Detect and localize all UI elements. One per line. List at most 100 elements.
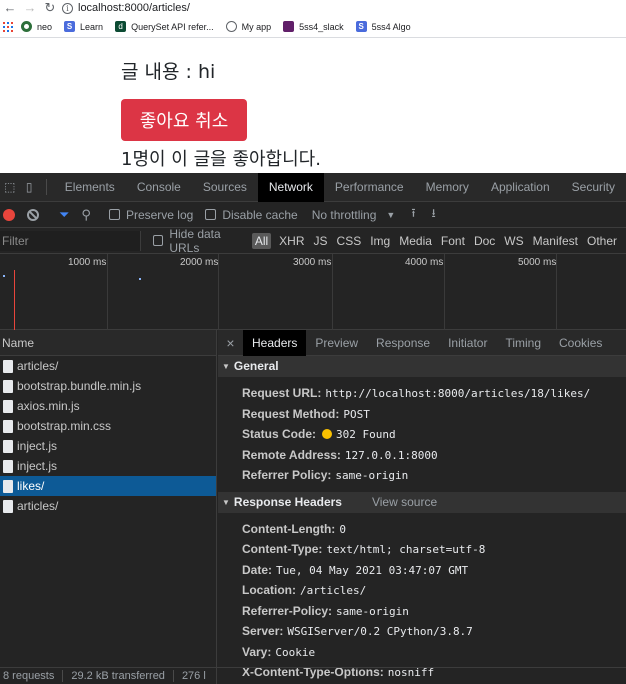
search-icon[interactable]: ⚲ (81, 207, 91, 223)
tab-security[interactable]: Security (561, 173, 626, 202)
request-row-selected[interactable]: likes/ (0, 476, 216, 496)
tab-timing[interactable]: Timing (496, 330, 550, 356)
forward-arrow-icon[interactable]: → (20, 1, 40, 15)
clear-icon[interactable] (27, 208, 39, 221)
chevron-down-icon[interactable]: ▼ (386, 210, 395, 220)
filter-icon[interactable]: ⏷ (59, 207, 69, 223)
type-filter-manifest[interactable]: Manifest (533, 234, 578, 248)
header-row: Location:/articles/ (242, 583, 367, 597)
preserve-log-checkbox[interactable] (108, 209, 120, 220)
tab-elements[interactable]: Elements (54, 173, 126, 202)
neo-icon (21, 21, 32, 32)
collapse-triangle-icon: ▼ (222, 362, 230, 371)
throttling-select[interactable]: No throttling (312, 208, 377, 222)
slack-icon (283, 21, 295, 32)
type-filter-css[interactable]: CSS (337, 234, 362, 248)
tab-sources[interactable]: Sources (192, 173, 258, 202)
tab-preview[interactable]: Preview (306, 330, 367, 356)
hide-data-urls-label: Hide data URLs (169, 226, 221, 255)
network-filter-bar: Filter Hide data URLs All XHR JS CSS Img… (0, 226, 626, 255)
timeline-gridline (444, 254, 445, 330)
site-info-icon[interactable]: i (62, 2, 73, 14)
tab-response[interactable]: Response (367, 330, 439, 356)
export-har-icon[interactable]: ⭳ (432, 204, 436, 225)
request-detail-pane: × Headers Preview Response Initiator Tim… (218, 329, 626, 679)
type-filter-media[interactable]: Media (399, 234, 432, 248)
devtools-tab-bar: ⬚ ▯ Elements Console Sources Network Per… (0, 173, 626, 202)
divider (45, 179, 47, 195)
tab-headers[interactable]: Headers (243, 329, 307, 356)
header-row: Request URL: http://localhost:8000/articl… (242, 386, 591, 400)
tab-console[interactable]: Console (126, 173, 192, 202)
request-row[interactable]: inject.js (0, 436, 216, 456)
tab-initiator[interactable]: Initiator (439, 330, 496, 356)
type-filter-font[interactable]: Font (441, 234, 465, 248)
timeline-tick-label: 5000 ms (518, 257, 557, 268)
file-icon (3, 379, 13, 393)
file-icon (3, 459, 13, 473)
tab-performance[interactable]: Performance (324, 173, 415, 202)
type-filter-img[interactable]: Img (370, 234, 390, 248)
timeline-request-mark (3, 275, 5, 277)
algo-icon: S (355, 21, 367, 32)
header-row: Content-Type: text/html; charset=utf-8 (242, 542, 486, 556)
preserve-log-label: Preserve log (125, 207, 194, 222)
header-row: Status Code: 302 Found (242, 427, 396, 441)
response-headers-section-header[interactable]: ▼ Response Headers View source (218, 491, 626, 513)
view-source-link[interactable]: View source (372, 492, 437, 513)
request-count: 8 requests (3, 670, 55, 682)
inspect-element-icon[interactable]: ⬚ (0, 173, 19, 202)
transferred-size: 29.2 kB transferred (71, 670, 165, 682)
timeline-tick-label: 2000 ms (180, 257, 219, 268)
request-row[interactable]: bootstrap.min.css (0, 416, 216, 436)
bookmark-my-app[interactable]: My app (225, 21, 271, 32)
type-filter-ws[interactable]: WS (504, 234, 523, 248)
timeline-request-mark (139, 278, 141, 280)
timeline-load-marker (14, 270, 15, 330)
file-icon (3, 359, 13, 373)
filter-input[interactable]: Filter (0, 230, 142, 251)
name-column-header[interactable]: Name (0, 330, 216, 356)
network-status-bar: 8 requests 29.2 kB transferred 276 l (0, 667, 626, 684)
header-row: Referrer-Policy: same-origin (242, 603, 409, 618)
disable-cache-checkbox[interactable] (205, 209, 217, 220)
detail-tab-bar: × Headers Preview Response Initiator Tim… (218, 329, 626, 356)
general-section-header[interactable]: ▼ General (218, 356, 626, 377)
request-row[interactable]: bootstrap.bundle.min.js (0, 376, 216, 396)
header-row: Date: Tue, 04 May 2021 03:47:07 GMT (242, 562, 469, 577)
apps-grid-icon[interactable] (3, 21, 13, 32)
request-list: Name articles/ bootstrap.bundle.min.js a… (0, 330, 217, 684)
request-row[interactable]: inject.js (0, 456, 216, 476)
request-row[interactable]: axios.min.js (0, 396, 216, 416)
record-icon[interactable] (3, 208, 15, 221)
unlike-button[interactable]: 좋아요 취소 (121, 99, 247, 141)
device-toolbar-icon[interactable]: ▯ (19, 173, 38, 202)
url-text[interactable]: localhost:8000/articles/ (78, 2, 190, 14)
hide-data-urls-checkbox[interactable] (153, 235, 164, 246)
type-filter-xhr[interactable]: XHR (279, 234, 304, 248)
network-timeline[interactable]: 1000 ms 2000 ms 3000 ms 4000 ms 5000 ms (0, 254, 626, 330)
type-filter-doc[interactable]: Doc (474, 234, 495, 248)
devtools-panel: ⬚ ▯ Elements Console Sources Network Per… (0, 173, 626, 684)
bookmark-neo[interactable]: neo (21, 21, 52, 32)
tab-network[interactable]: Network (257, 173, 324, 202)
bookmark-slack[interactable]: 5ss4_slack (283, 21, 344, 32)
import-har-icon[interactable]: ⭱ (411, 204, 415, 225)
bookmark-learn[interactable]: S Learn (64, 21, 103, 32)
file-icon (3, 399, 13, 413)
type-filter-all[interactable]: All (251, 232, 272, 249)
close-icon[interactable]: × (218, 335, 243, 351)
like-count-text: 1명이 이 글을 좋아합니다. (121, 149, 321, 170)
network-toolbar: ⏷ ⚲ Preserve log Disable cache No thrott… (0, 202, 626, 228)
bookmark-queryset[interactable]: d QuerySet API refer... (115, 21, 214, 32)
back-arrow-icon[interactable]: ← (0, 1, 20, 15)
type-filter-other[interactable]: Other (587, 234, 617, 248)
request-row[interactable]: articles/ (0, 496, 216, 516)
bookmark-algo[interactable]: S 5ss4 Algo (355, 21, 411, 32)
type-filter-js[interactable]: JS (314, 234, 328, 248)
reload-icon[interactable]: ↻ (40, 1, 60, 15)
tab-cookies[interactable]: Cookies (550, 330, 611, 356)
tab-memory[interactable]: Memory (415, 173, 480, 202)
request-row[interactable]: articles/ (0, 356, 216, 376)
tab-application[interactable]: Application (480, 173, 561, 202)
